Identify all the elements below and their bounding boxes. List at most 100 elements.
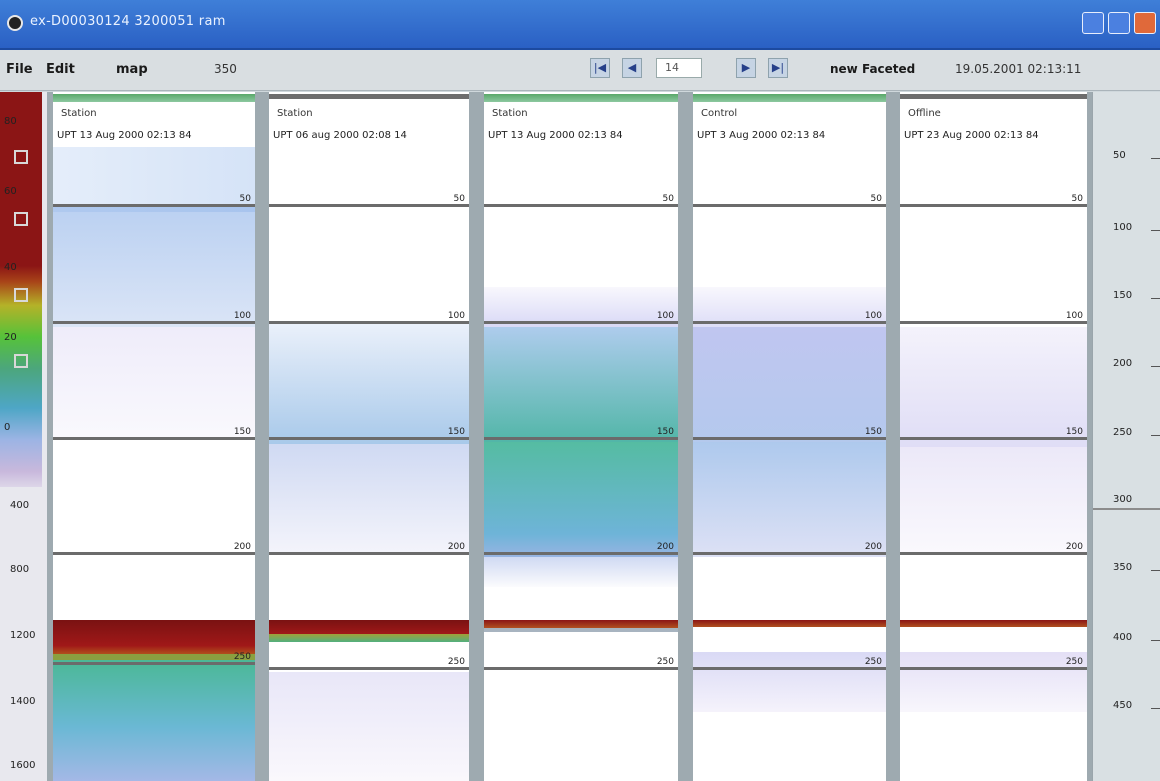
depth-value: 250	[656, 657, 674, 667]
panel-divider[interactable]	[886, 92, 900, 781]
panel-timestamp: UPT 13 Aug 2000 02:13 84	[488, 130, 623, 141]
echo-band	[269, 444, 469, 554]
depth-line	[693, 552, 886, 555]
depth-label: 400	[10, 500, 30, 511]
panel-divider[interactable]	[678, 92, 693, 781]
depth-value: 250	[233, 652, 251, 662]
echo-band	[484, 442, 678, 557]
prev-page-button[interactable]: ◀	[622, 58, 642, 78]
axis-label: 450	[1113, 700, 1133, 711]
depth-line	[484, 552, 678, 555]
scale-marker	[14, 354, 28, 368]
depth-line	[900, 667, 1087, 670]
axis-label: 300	[1113, 494, 1133, 505]
depth-line	[693, 437, 886, 440]
seabed-band	[269, 620, 469, 634]
echo-band	[53, 660, 255, 781]
depth-value: 250	[447, 657, 465, 667]
axis-label: 150	[1113, 290, 1133, 301]
depth-value: 200	[233, 542, 251, 552]
echogram-panel[interactable]: Station UPT 13 Aug 2000 02:13 84 50 100 …	[484, 92, 678, 781]
depth-value: 150	[447, 427, 465, 437]
depth-line	[900, 204, 1087, 207]
echo-band	[269, 672, 469, 781]
axis-marker	[1093, 508, 1160, 510]
depth-value: 50	[870, 194, 882, 204]
last-page-button[interactable]: ▶|	[768, 58, 788, 78]
depth-line	[53, 552, 255, 555]
depth-value: 200	[656, 542, 674, 552]
axis-tick	[1151, 640, 1160, 641]
echogram-panel[interactable]: Offline UPT 23 Aug 2000 02:13 84 50 100 …	[900, 92, 1087, 781]
panel-name: Station	[277, 108, 313, 119]
app-icon	[7, 15, 23, 31]
depth-line	[693, 667, 886, 670]
depth-line	[484, 667, 678, 670]
depth-value: 100	[233, 311, 251, 321]
depth-value: 100	[1065, 311, 1083, 321]
depth-line	[900, 552, 1087, 555]
seabed-band	[900, 620, 1087, 627]
panel-header-bar	[693, 94, 886, 102]
depth-value: 150	[656, 427, 674, 437]
depth-value: 50	[239, 194, 251, 204]
axis-label: 350	[1113, 562, 1133, 573]
seabed-band	[484, 620, 678, 628]
depth-label: 1200	[10, 630, 36, 641]
next-page-button[interactable]: ▶	[736, 58, 756, 78]
depth-value: 200	[447, 542, 465, 552]
axis-label: 200	[1113, 358, 1133, 369]
depth-value: 50	[453, 194, 465, 204]
depth-line	[269, 321, 469, 324]
panel-timestamp: UPT 23 Aug 2000 02:13 84	[904, 130, 1039, 141]
menu-map[interactable]: map	[116, 62, 148, 77]
depth-value: 200	[864, 542, 882, 552]
title-bar[interactable]: ex-D00030124 3200051 ram	[0, 0, 1160, 50]
depth-line	[269, 667, 469, 670]
axis-label: 50	[1113, 150, 1126, 161]
menu-file[interactable]: File	[6, 62, 33, 77]
status-label: new Faceted	[830, 62, 916, 76]
panel-timestamp: UPT 13 Aug 2000 02:13 84	[57, 130, 192, 141]
axis-tick	[1151, 435, 1160, 436]
color-scale: 80 60 40 20 0 400 800 1200 1400 1600	[0, 92, 47, 781]
depth-value: 150	[1065, 427, 1083, 437]
echo-band	[900, 652, 1087, 712]
depth-value: 150	[233, 427, 251, 437]
echo-band	[53, 327, 255, 437]
panel-divider[interactable]	[47, 92, 53, 781]
echo-band	[900, 447, 1087, 552]
echogram-panel[interactable]: Station UPT 13 Aug 2000 02:13 84 50 100 …	[53, 92, 255, 781]
depth-line	[53, 321, 255, 324]
depth-line	[53, 437, 255, 440]
panel-timestamp: UPT 06 aug 2000 02:08 14	[273, 130, 407, 141]
first-page-button[interactable]: |◀	[590, 58, 610, 78]
maximize-button[interactable]	[1108, 12, 1130, 34]
depth-value: 50	[662, 194, 674, 204]
scale-label: 0	[4, 422, 11, 433]
menu-edit[interactable]: Edit	[46, 62, 75, 77]
echogram-panel[interactable]: Station UPT 06 aug 2000 02:08 14 50 100 …	[269, 92, 469, 781]
seabed-edge	[269, 634, 469, 642]
axis-label: 400	[1113, 632, 1133, 643]
page-input[interactable]: 14	[656, 58, 702, 78]
depth-line	[900, 321, 1087, 324]
depth-value: 100	[656, 311, 674, 321]
panel-header-bar	[900, 94, 1087, 99]
depth-value: 200	[1065, 542, 1083, 552]
echo-band	[53, 147, 255, 212]
panel-divider[interactable]	[469, 92, 484, 781]
echogram-panel[interactable]: Control UPT 3 Aug 2000 02:13 84 50 100 1…	[693, 92, 886, 781]
close-button[interactable]	[1134, 12, 1156, 34]
depth-line	[693, 204, 886, 207]
axis-label: 250	[1113, 427, 1133, 438]
panel-divider[interactable]	[255, 92, 269, 781]
panel-header-bar	[269, 94, 469, 99]
depth-axis: 50 100 150 200 250 300 350 400 450	[1092, 92, 1160, 781]
panel-name: Station	[492, 108, 528, 119]
app-window: ex-D00030124 3200051 ram File Edit map 3…	[0, 0, 1160, 781]
minimize-button[interactable]	[1082, 12, 1104, 34]
scale-label: 60	[4, 186, 17, 197]
panel-timestamp: UPT 3 Aug 2000 02:13 84	[697, 130, 826, 141]
echo-band	[693, 442, 886, 557]
